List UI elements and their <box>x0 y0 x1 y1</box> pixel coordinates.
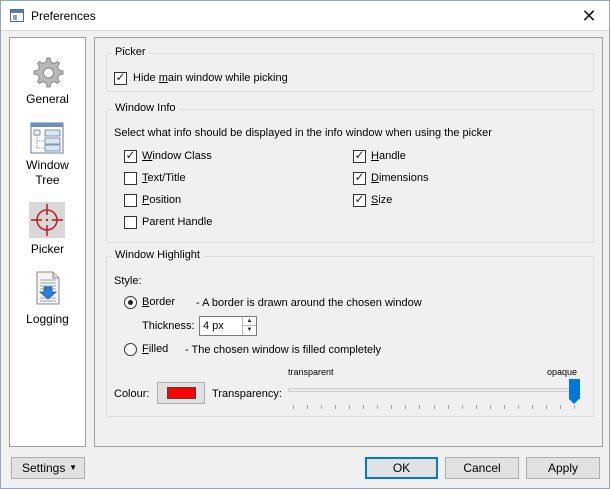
text-title-label: Text/Title <box>142 172 186 184</box>
ok-button[interactable]: OK <box>365 457 438 479</box>
slider-tick <box>447 405 449 409</box>
colour-swatch <box>167 387 196 399</box>
check-icon: ✓ <box>354 148 365 162</box>
thickness-label: Thickness: <box>142 320 195 332</box>
dimensions-label: Dimensions <box>371 172 429 184</box>
group-title: Picker <box>112 46 149 58</box>
filled-description: - The chosen window is filled completely <box>185 344 382 356</box>
slider-tick <box>363 405 365 409</box>
gear-icon <box>33 57 64 88</box>
title-bar: Preferences ✕ <box>1 1 609 31</box>
settings-panel: Picker ✓ Hide main window while picking … <box>94 37 603 447</box>
slider-tick <box>307 405 309 409</box>
group-title: Window Highlight <box>112 249 203 261</box>
dimensions-checkbox[interactable]: ✓ <box>353 170 366 185</box>
sidebar-item-label-line1: Window <box>26 158 69 172</box>
size-checkbox[interactable]: ✓ <box>353 192 366 207</box>
text-title-checkbox[interactable] <box>124 172 137 185</box>
hide-main-window-checkbox[interactable]: ✓ <box>114 70 127 85</box>
window-class-label: Window Class <box>142 150 212 162</box>
parent-handle-checkbox[interactable] <box>124 216 137 229</box>
sidebar-item-label: Logging <box>26 312 69 326</box>
border-description: - A border is drawn around the chosen wi… <box>196 297 422 309</box>
log-document-icon <box>36 271 60 305</box>
slider-tick <box>517 405 519 409</box>
app-window-icon <box>10 9 24 22</box>
preferences-window: Preferences ✕ General Window Tree Picker… <box>0 0 610 489</box>
hide-main-window-label: Hide main window while picking <box>133 72 288 84</box>
size-label: Size <box>371 194 393 206</box>
window-highlight-group: Window Highlight Style: Border - A borde… <box>106 249 594 417</box>
window-title: Preferences <box>31 9 96 23</box>
sidebar-item-label: Picker <box>30 242 65 256</box>
window-info-group: Window Info Select what info should be d… <box>106 102 594 243</box>
slider-tick <box>545 405 547 409</box>
border-radio-label: Border <box>142 296 176 308</box>
slider-tick <box>335 405 337 409</box>
chevron-down-icon: ▼ <box>69 463 77 472</box>
group-title: Window Info <box>112 102 179 114</box>
style-label: Style: <box>114 275 142 287</box>
check-icon: ✓ <box>354 170 365 184</box>
slider-tick <box>377 405 379 409</box>
window-info-description: Select what info should be displayed in … <box>114 127 492 139</box>
sidebar-item-logging[interactable]: Logging <box>10 270 85 330</box>
stepper-buttons: ▲ ▼ <box>242 317 256 335</box>
colour-label: Colour: <box>114 388 150 400</box>
slider-tick <box>574 405 575 409</box>
slider-tick <box>433 405 435 409</box>
sidebar-item-window-tree[interactable]: Window Tree <box>10 120 85 190</box>
slider-tick <box>489 405 491 409</box>
crosshair-icon <box>29 202 65 238</box>
transparency-slider-thumb[interactable] <box>569 379 580 404</box>
slider-tick <box>405 405 407 409</box>
slider-tick <box>321 405 323 409</box>
check-icon: ✓ <box>125 148 136 162</box>
transparency-min-label: transparent <box>288 367 334 377</box>
settings-dropdown-button[interactable]: Settings ▼ <box>11 457 85 479</box>
window-tree-icon <box>30 122 64 154</box>
thickness-stepper[interactable]: 4 px ▲ ▼ <box>199 316 257 336</box>
transparency-max-label: opaque <box>547 367 578 377</box>
sidebar-item-label-line2: Tree <box>35 173 60 187</box>
picker-settings-page: Picker ✓ Hide main window while picking … <box>95 38 602 446</box>
transparency-slider-track[interactable] <box>288 388 580 392</box>
colour-picker-button[interactable] <box>157 382 205 404</box>
sidebar-item-label: General <box>26 92 69 106</box>
radio-selected-dot <box>128 300 133 305</box>
slider-tick <box>461 405 463 409</box>
apply-button[interactable]: Apply <box>526 457 600 479</box>
picker-group: Picker ✓ Hide main window while picking <box>106 46 594 92</box>
sidebar-item-picker[interactable]: Picker <box>10 200 85 260</box>
position-label: Position <box>142 194 182 206</box>
category-sidebar: General Window Tree Picker Logging <box>9 37 86 447</box>
check-icon: ✓ <box>354 192 365 206</box>
handle-checkbox[interactable]: ✓ <box>353 148 366 163</box>
slider-tick <box>503 405 505 409</box>
filled-radio[interactable] <box>124 343 137 356</box>
slider-tick <box>559 405 561 409</box>
decrement-arrow-icon[interactable]: ▼ <box>243 326 256 335</box>
position-checkbox[interactable] <box>124 194 137 207</box>
filled-radio-label: Filled <box>142 343 169 355</box>
settings-label: Settings <box>22 461 66 475</box>
cancel-button[interactable]: Cancel <box>445 457 519 479</box>
close-icon[interactable]: ✕ <box>571 3 607 29</box>
increment-arrow-icon[interactable]: ▲ <box>243 317 256 326</box>
slider-tick <box>531 405 533 409</box>
slider-tick <box>419 405 421 409</box>
thickness-value: 4 px <box>203 320 224 332</box>
handle-label: Handle <box>371 150 406 162</box>
check-icon: ✓ <box>115 70 126 84</box>
slider-tick <box>475 405 477 409</box>
slider-tick <box>391 405 393 409</box>
sidebar-item-general[interactable]: General <box>10 52 85 112</box>
border-radio[interactable] <box>124 296 137 309</box>
slider-tick <box>349 405 351 409</box>
slider-tick <box>293 405 294 409</box>
window-class-checkbox[interactable]: ✓ <box>124 148 137 163</box>
parent-handle-label: Parent Handle <box>142 216 213 228</box>
transparency-label: Transparency: <box>212 388 282 400</box>
